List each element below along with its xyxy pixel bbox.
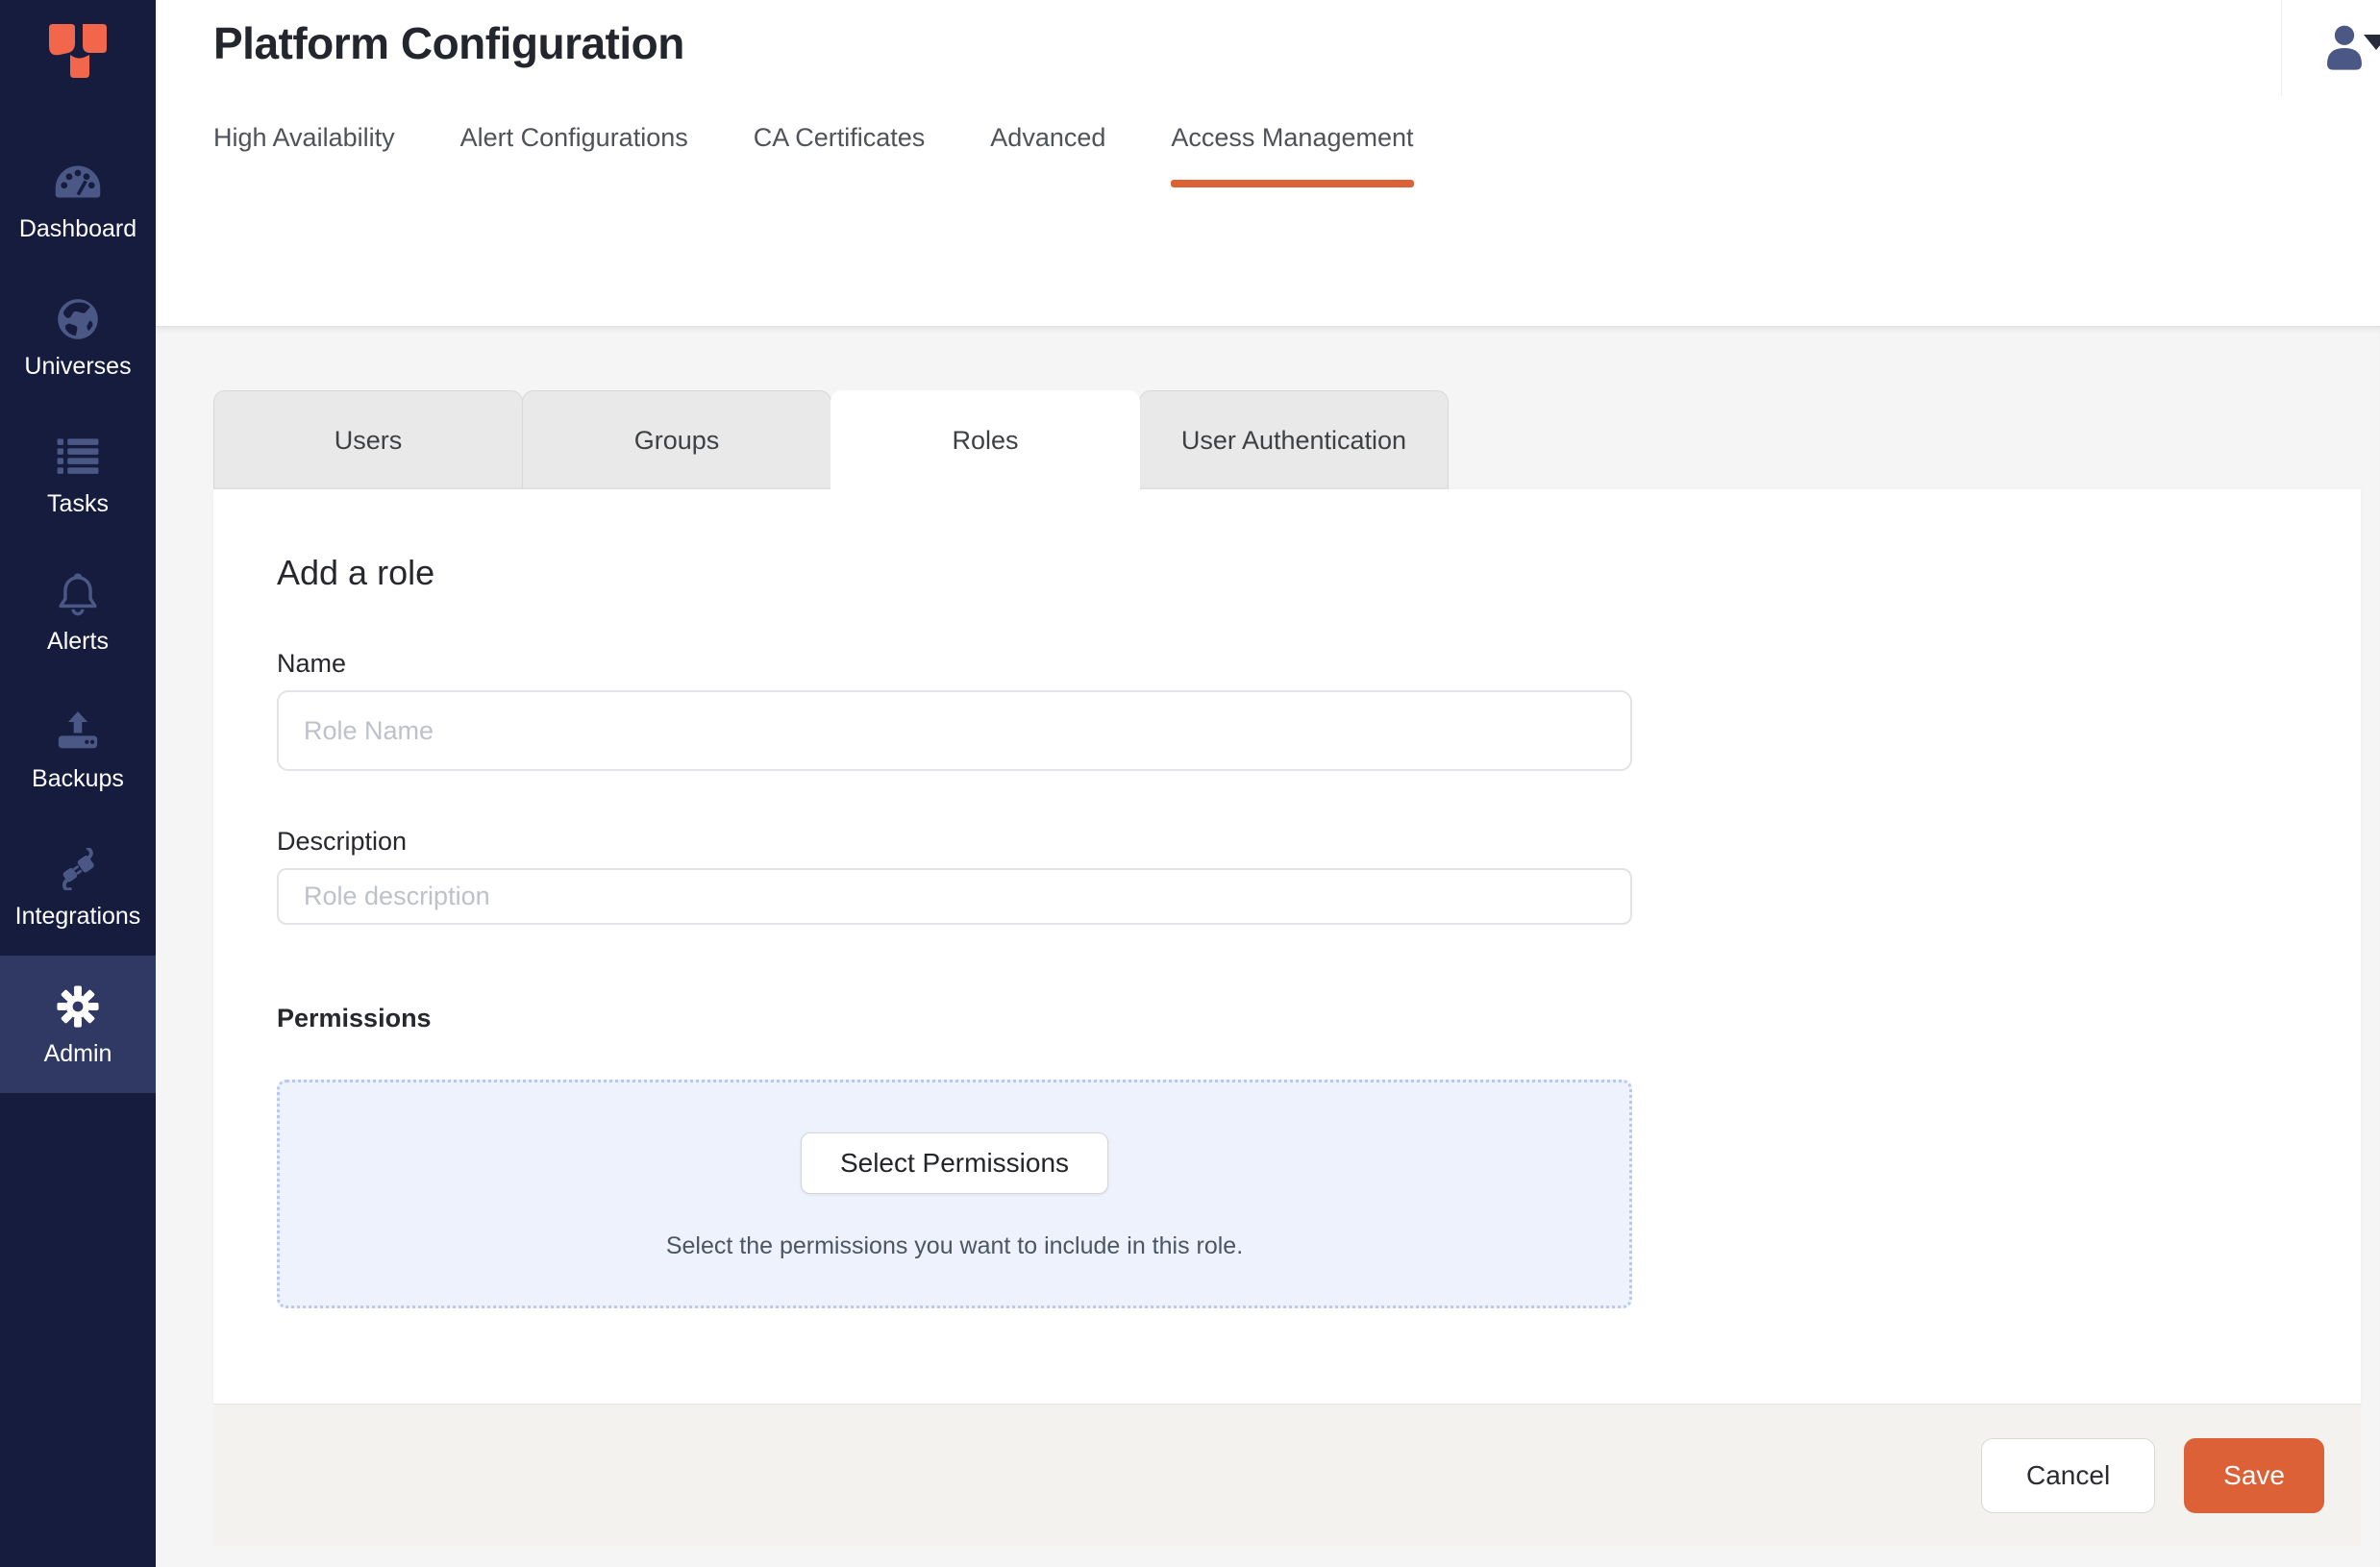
page-title: Platform Configuration xyxy=(213,17,2380,69)
user-menu xyxy=(2281,0,2380,96)
page-header: Platform Configuration High Availability… xyxy=(156,0,2380,326)
tab-label: Advanced xyxy=(990,123,1105,153)
tab-label: CA Certificates xyxy=(754,123,926,153)
tab-label: High Availability xyxy=(213,123,395,153)
sidebar-item-integrations[interactable]: Integrations xyxy=(0,818,156,956)
active-tab-underline xyxy=(1171,180,1413,187)
tab-user-authentication[interactable]: User Authentication xyxy=(1139,390,1449,489)
tab-users[interactable]: Users xyxy=(213,390,523,489)
sidebar-item-admin[interactable]: Admin xyxy=(0,956,156,1093)
permissions-label: Permissions xyxy=(277,1004,2361,1033)
gauge-icon xyxy=(55,160,101,204)
tab-access-management[interactable]: Access Management xyxy=(1171,123,1413,187)
sidebar-item-universes[interactable]: Universes xyxy=(0,268,156,406)
add-role-card: Add a role Name Description Permissions … xyxy=(213,489,2361,1404)
sidebar-item-label: Alerts xyxy=(47,628,109,656)
task-list-icon xyxy=(56,435,100,479)
user-menu-caret-icon[interactable] xyxy=(2364,35,2380,50)
tab-label: Alert Configurations xyxy=(460,123,688,153)
cancel-button[interactable]: Cancel xyxy=(1981,1438,2155,1513)
save-button[interactable]: Save xyxy=(2184,1438,2324,1513)
header-tabs: High Availability Alert Configurations C… xyxy=(213,123,2380,187)
subtab-label: Groups xyxy=(634,426,720,456)
sidebar-item-label: Integrations xyxy=(15,903,141,931)
tab-ca-certificates[interactable]: CA Certificates xyxy=(754,123,926,187)
sidebar-item-label: Backups xyxy=(32,765,124,793)
tab-high-availability[interactable]: High Availability xyxy=(213,123,395,187)
sidebar-nav: Dashboard Universes xyxy=(0,131,156,1093)
sidebar-item-alerts[interactable]: Alerts xyxy=(0,543,156,681)
tab-groups[interactable]: Groups xyxy=(522,390,831,489)
subtab-label: User Authentication xyxy=(1181,426,1406,456)
access-management-subtabs: Users Groups Roles User Authentication xyxy=(213,390,2380,489)
globe-icon xyxy=(56,297,100,341)
role-name-input[interactable] xyxy=(277,690,1632,771)
sidebar-item-backups[interactable]: Backups xyxy=(0,681,156,818)
sidebar-item-label: Tasks xyxy=(47,490,109,518)
bell-icon xyxy=(57,572,99,616)
content-area: Users Groups Roles User Authentication A… xyxy=(156,326,2380,1567)
sidebar-item-dashboard[interactable]: Dashboard xyxy=(0,131,156,268)
sidebar-item-label: Universes xyxy=(24,353,131,381)
form-footer: Cancel Save xyxy=(213,1404,2361,1546)
permissions-help-text: Select the permissions you want to inclu… xyxy=(666,1232,1243,1260)
role-description-input[interactable] xyxy=(277,868,1632,925)
plug-icon xyxy=(54,847,102,891)
sidebar-item-tasks[interactable]: Tasks xyxy=(0,406,156,543)
permissions-panel: Select Permissions Select the permission… xyxy=(277,1080,1632,1308)
tab-alert-configurations[interactable]: Alert Configurations xyxy=(460,123,688,187)
backup-upload-icon xyxy=(56,709,100,754)
sidebar-item-label: Dashboard xyxy=(19,215,136,243)
form-heading: Add a role xyxy=(277,553,2361,593)
main-area: Platform Configuration High Availability… xyxy=(156,0,2380,1567)
gear-icon xyxy=(56,984,100,1029)
subtab-label: Users xyxy=(335,426,403,456)
tab-advanced[interactable]: Advanced xyxy=(990,123,1105,187)
subtab-label: Roles xyxy=(952,426,1018,456)
yugabyte-logo-icon xyxy=(47,21,109,81)
tab-label: Access Management xyxy=(1171,123,1413,153)
description-label: Description xyxy=(277,827,2361,857)
name-label: Name xyxy=(277,649,2361,679)
tab-roles[interactable]: Roles xyxy=(831,390,1140,489)
yugabyte-logo[interactable] xyxy=(47,0,109,108)
sidebar-item-label: Admin xyxy=(44,1040,112,1068)
sidebar: Dashboard Universes xyxy=(0,0,156,1567)
app-root: Dashboard Universes xyxy=(0,0,2380,1567)
select-permissions-button[interactable]: Select Permissions xyxy=(801,1132,1108,1194)
user-avatar-icon[interactable] xyxy=(2320,23,2368,73)
